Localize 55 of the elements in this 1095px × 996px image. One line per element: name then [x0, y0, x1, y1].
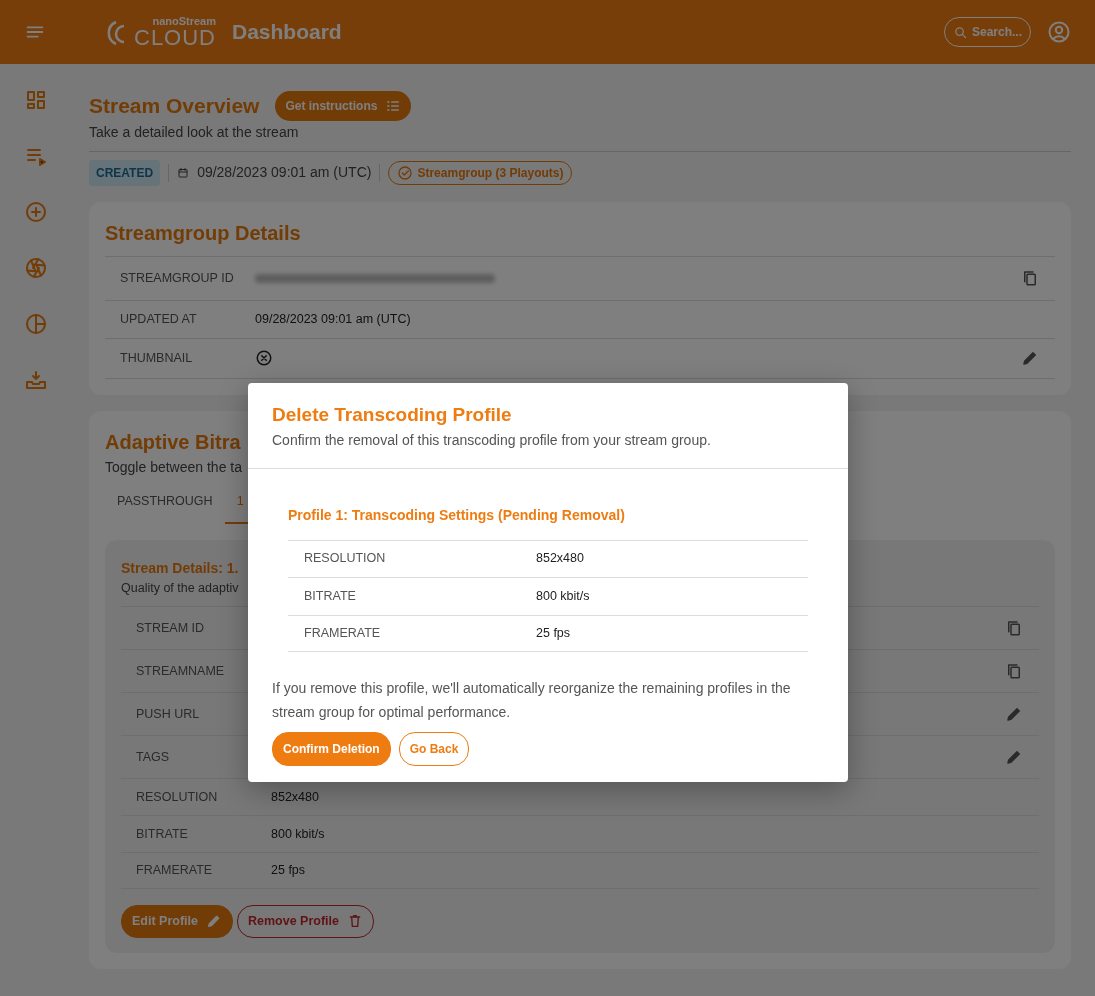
user-icon[interactable] [1047, 20, 1071, 44]
section-subtitle: Take a detailed look at the stream [89, 121, 1071, 152]
aperture-icon[interactable] [24, 256, 48, 280]
row-label: BITRATE [303, 587, 357, 605]
modal-title: Delete Transcoding Profile [272, 403, 513, 427]
back-button[interactable]: Go Back [398, 732, 470, 766]
row-label: RESOLUTION [303, 550, 387, 568]
profile-title: Profile 1: Transcoding Settings (Pending Removal) [288, 505, 626, 525]
table-cell-text: 800 kbit/s [536, 587, 590, 605]
created-date: 09/28/2023 09:01 am (UTC) [197, 163, 372, 182]
pencil-icon [206, 913, 222, 930]
x-circle-icon [255, 349, 273, 367]
section-title: Stream Overview [89, 93, 260, 119]
add-icon[interactable] [24, 200, 48, 224]
row-label: PUSH URL [135, 705, 201, 723]
confirm-button[interactable]: Confirm Deletion [272, 732, 391, 766]
row-label: STREAMGROUP ID [119, 269, 235, 287]
table-cell-text: 852x480 [271, 788, 319, 806]
streamgroup-label: Streamgroup (3 Playouts) [417, 164, 564, 182]
status-badge: CREATED [89, 159, 161, 186]
tab[interactable]: PASSTHROUGH [105, 481, 225, 525]
search-icon [952, 24, 968, 40]
table-cell-text: 800 kbit/s [271, 825, 325, 843]
row-label: FRAMERATE [303, 624, 382, 642]
row-label: RESOLUTION [135, 788, 219, 806]
row-label: THUMBNAIL [119, 349, 194, 367]
table-cell-text: 25 fps [536, 624, 571, 642]
calendar-icon [177, 166, 190, 179]
page-title: Dashboard [232, 19, 342, 46]
card-title: Streamgroup Details [105, 220, 301, 246]
edit-profile-button[interactable]: Edit Profile [121, 905, 233, 938]
row-label: STREAMNAME [135, 662, 226, 680]
table-cell-text: 09/28/2023 09:01 am (UTC) [255, 310, 411, 328]
trash-icon [347, 913, 363, 930]
table-cell-text: 25 fps [271, 862, 306, 880]
row-label: UPDATED AT [119, 310, 198, 328]
card-subtitle: Toggle between the ta [105, 457, 242, 477]
modal-subtitle: Confirm the removal of this transcoding profile from your stream group. [272, 430, 712, 450]
remove-profile-button[interactable]: Remove Profile [237, 905, 374, 938]
pie-chart-icon[interactable] [24, 312, 48, 336]
tray-icon[interactable] [24, 368, 48, 392]
logo-text: nanoStream [152, 15, 216, 27]
instructions-button[interactable]: Get instructions [275, 90, 412, 121]
panel-subtitle: Quality of the adaptiv [121, 580, 239, 598]
row-label: TAGS [135, 748, 171, 766]
modal-note: If you remove this profile, we'll automatically reorganize the remaining profiles in the stream group for optimal performance. [272, 679, 792, 722]
row-label: STREAM ID [135, 619, 206, 637]
dashboard-icon[interactable] [24, 88, 48, 112]
card-title: Adaptive Bitra [105, 429, 241, 455]
panel-title: Stream Details: 1. [121, 559, 239, 579]
check-circle-icon [397, 164, 414, 181]
row-label: BITRATE [135, 825, 189, 843]
row-label: FRAMERATE [135, 862, 214, 880]
table-cell-text: 852x480 [536, 550, 584, 568]
logo-text: CLOUD [134, 26, 216, 49]
